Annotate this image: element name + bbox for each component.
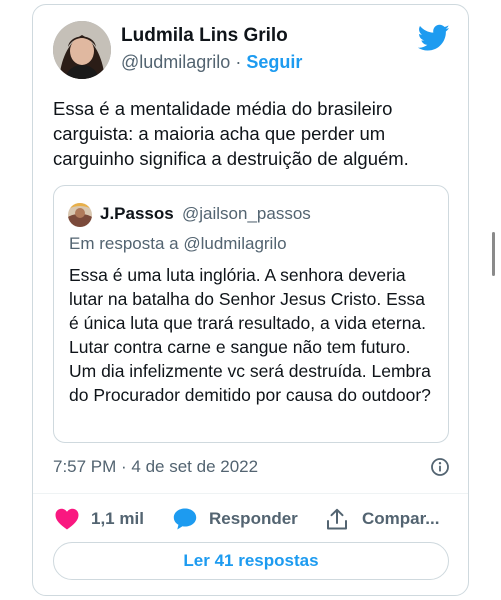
author-handle-line: @ludmilagrilo · Seguir <box>121 52 302 73</box>
follow-button[interactable]: Seguir <box>246 52 302 72</box>
author-handle[interactable]: @ludmilagrilo <box>121 52 230 72</box>
speech-bubble-icon <box>173 508 197 530</box>
twitter-bird-icon[interactable] <box>418 24 450 52</box>
author-avatar[interactable] <box>53 21 111 79</box>
like-count: 1,1 mil <box>91 509 144 528</box>
quoted-author-handle[interactable]: @jailson_passos <box>182 204 311 224</box>
share-upload-icon <box>327 508 347 530</box>
tweet-timestamp[interactable]: 7:57 PM · 4 de set de 2022 <box>53 457 258 477</box>
heart-icon <box>55 508 79 530</box>
reply-label: Responder <box>209 509 298 528</box>
reply-context: Em resposta a @ludmilagrilo <box>69 234 287 253</box>
like-button[interactable]: 1,1 mil <box>55 502 144 536</box>
author-name[interactable]: Ludmila Lins Grilo <box>121 25 288 47</box>
share-label: Compar... <box>362 509 440 528</box>
action-bar: 1,1 mil Responder Compar... <box>53 502 453 536</box>
share-button[interactable]: Compar... <box>326 502 439 536</box>
separator-dot: · <box>235 52 242 72</box>
quoted-tweet-text: Essa é uma luta inglória. A senhora deve… <box>69 265 431 405</box>
read-replies-button[interactable]: Ler 41 respostas <box>53 542 449 580</box>
tweet-text: Essa é a mentalidade média do brasileiro… <box>53 98 409 169</box>
quoted-tweet[interactable]: J.Passos @jailson_passos Em resposta a @… <box>53 185 449 443</box>
info-icon[interactable] <box>430 457 450 477</box>
divider <box>33 493 468 494</box>
reply-button[interactable]: Responder <box>173 502 298 536</box>
tweet-card: Ludmila Lins Grilo @ludmilagrilo · Seguir … <box>32 4 469 596</box>
quoted-author-avatar[interactable] <box>68 203 92 227</box>
quoted-author-name[interactable]: J.Passos <box>100 204 174 224</box>
scrollbar[interactable] <box>492 232 495 276</box>
